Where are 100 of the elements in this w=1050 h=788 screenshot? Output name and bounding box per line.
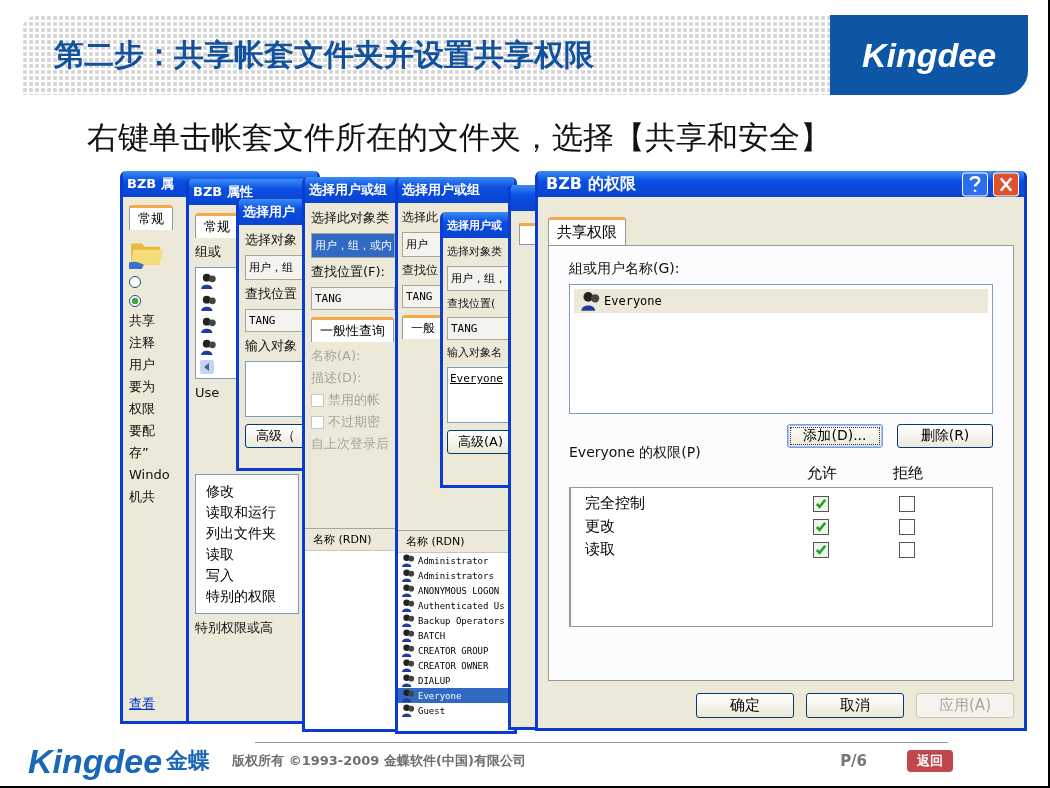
users-icon: [401, 673, 416, 688]
page-number: P/6: [840, 752, 868, 770]
list-item[interactable]: CREATOR GROUP: [398, 643, 514, 658]
checkbox[interactable]: [813, 541, 829, 558]
field-label: 输入对象名: [447, 347, 502, 360]
field-label: 要配: [129, 423, 155, 439]
list-item[interactable]: Administrator: [398, 553, 514, 568]
close-icon[interactable]: [992, 171, 1020, 197]
tab[interactable]: 共享权限: [548, 217, 626, 245]
field-label: 查找位置(F):: [311, 264, 385, 280]
input-field[interactable]: 用户，组，或内: [311, 232, 395, 258]
field-label: Windo: [129, 467, 170, 483]
slide-subtitle: 右键单击帐套文件所在的文件夹，选择【共享和安全】: [86, 118, 832, 157]
remove-button[interactable]: 删除(R): [897, 424, 993, 448]
logo: Kingdee: [830, 15, 1028, 95]
tab[interactable]: 一般性查询: [311, 316, 394, 342]
list-item[interactable]: Administrators: [398, 568, 514, 583]
radio-button[interactable]: [129, 295, 141, 307]
field-label: 描述(D):: [311, 370, 362, 386]
window-title: 选择用户或组: [402, 181, 480, 199]
window-title: BZB 的权限: [545, 173, 636, 195]
users-icon: [401, 598, 416, 613]
users-icon: [401, 703, 416, 718]
checkbox[interactable]: [813, 495, 829, 512]
users-icon: [401, 643, 416, 658]
list-item[interactable]: BATCH: [398, 628, 514, 643]
dialog-button[interactable]: 确定: [696, 693, 794, 718]
users-icon[interactable]: [200, 293, 218, 312]
copyright-text: 版权所有 ©1993-2009 金蝶软件(中国)有限公司: [232, 752, 527, 770]
users-icon: [401, 568, 416, 583]
window-title: BZB 属性: [193, 183, 253, 201]
field-label: 要为: [129, 379, 155, 395]
checkbox-label: 禁用的帐: [328, 392, 380, 408]
list-item[interactable]: ANONYMOUS LOGON: [398, 583, 514, 598]
list-item[interactable]: Guest: [398, 703, 514, 718]
users-icon: [401, 688, 416, 703]
list-item[interactable]: 写入: [206, 564, 288, 586]
logo: 金蝶: [166, 747, 211, 775]
list-item[interactable]: Authenticated Us: [398, 598, 514, 613]
window-title: BZB 属: [127, 175, 174, 193]
list-item[interactable]: 读取和运行: [206, 501, 288, 523]
list-item[interactable]: Everyone: [574, 289, 988, 313]
field-label: 自上次登录后: [311, 436, 389, 452]
checkbox[interactable]: [899, 495, 915, 512]
help-icon[interactable]: [961, 171, 989, 197]
users-icon: [401, 553, 416, 568]
field-label: 特别权限或高: [195, 620, 273, 636]
field-label: 选择对象: [245, 233, 297, 248]
radio-button[interactable]: [129, 276, 141, 288]
users-icon[interactable]: [200, 337, 218, 356]
list-item[interactable]: 修改: [206, 480, 288, 502]
checkbox[interactable]: [813, 518, 829, 535]
field-label: 选择对象类: [447, 246, 502, 259]
field-label: 选择此: [402, 211, 438, 225]
add-button[interactable]: 添加(D)...: [787, 424, 883, 448]
field-label: 选择此对象类: [311, 211, 389, 226]
list-item[interactable]: 特别的权限: [206, 585, 288, 607]
users-icon: [401, 583, 416, 598]
users-icon: [401, 658, 416, 673]
permission-name: 完全控制: [585, 494, 646, 513]
field-label: 用户: [129, 357, 155, 373]
window-title: 选择用户: [243, 203, 295, 221]
input-field[interactable]: TANG: [311, 286, 395, 310]
list-item[interactable]: Backup Operators: [398, 613, 514, 628]
users-icon[interactable]: [200, 271, 218, 290]
slide-title: 第二步：共享帐套文件夹并设置共享权限: [53, 35, 594, 74]
list-item[interactable]: DIALUP: [398, 673, 514, 688]
field-label: 查找位置(: [447, 297, 496, 311]
tab[interactable]: 常规: [195, 213, 239, 238]
field-label: 查找位置: [245, 286, 297, 302]
field-label: 注释: [129, 335, 155, 351]
list-item[interactable]: 读取: [206, 543, 288, 565]
list-item[interactable]: 列出文件夹: [206, 522, 288, 544]
field-label: 存”: [129, 445, 149, 461]
field-label: 输入对象: [245, 338, 297, 354]
permission-name: 更改: [585, 517, 616, 536]
checkbox-label: 不过期密: [328, 414, 380, 430]
checkbox[interactable]: [899, 541, 915, 558]
column-header: 拒绝: [892, 464, 924, 483]
field-label: 权限: [129, 401, 155, 417]
users-icon: [401, 613, 416, 628]
link[interactable]: 查看: [129, 695, 155, 713]
field-label: 共享: [129, 314, 155, 329]
scroll-left-icon[interactable]: [200, 359, 214, 374]
column-header: 允许: [806, 464, 838, 483]
list-item[interactable]: CREATOR OWNER: [398, 658, 514, 673]
tab[interactable]: 常规: [129, 205, 173, 230]
dialog-button[interactable]: 取消: [806, 693, 904, 718]
field-label: Everyone 的权限(P): [569, 444, 702, 462]
permission-name: 读取: [585, 540, 616, 559]
window-title: 选择用户或: [447, 217, 502, 233]
users-icon[interactable]: [200, 315, 218, 334]
checkbox[interactable]: [899, 518, 915, 535]
field-label: 组或: [195, 245, 221, 260]
users-icon: [401, 628, 416, 643]
field-label: 名称(A):: [311, 348, 361, 364]
field-label: 查找位: [402, 263, 438, 278]
field-label: 組或用户名称(G):: [569, 260, 681, 278]
back-button[interactable]: 返回: [907, 750, 954, 772]
logo: Kingdee: [28, 741, 163, 781]
